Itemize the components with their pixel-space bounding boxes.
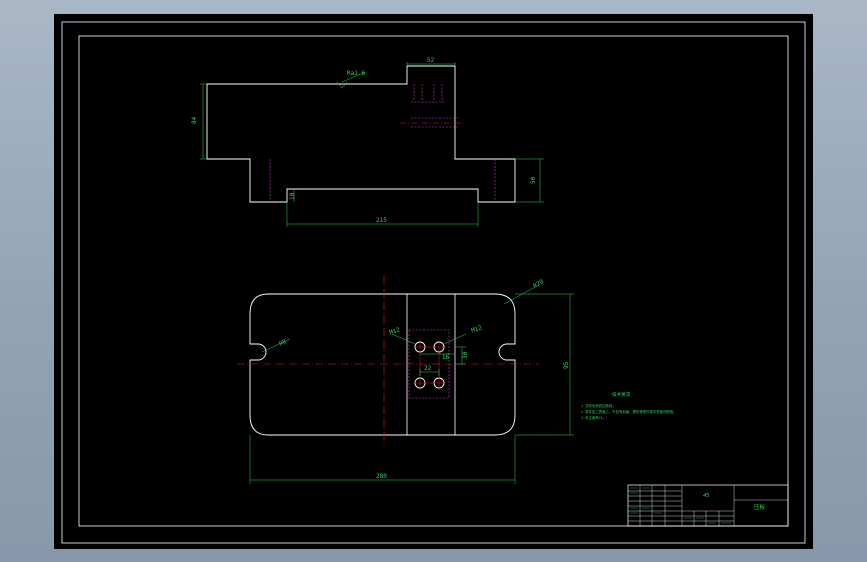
dim-overall-height: 95 bbox=[563, 361, 570, 369]
dim-hole-spacing: 22 bbox=[424, 365, 432, 372]
drawing-viewport[interactable]: 52 84 50 215 10 Ra1.6 280 95 R20 R8 M12 … bbox=[54, 14, 813, 549]
notes-line-2: 2.零件加工表面上，不应有划痕、擦伤等损伤零件表面的缺陷。 bbox=[581, 409, 677, 414]
title-block: 45 压板 bbox=[627, 484, 789, 527]
front-view-outline bbox=[206, 65, 516, 203]
dim-slot-radius: R8 bbox=[278, 338, 288, 348]
title-block-part-name: 压板 bbox=[754, 503, 766, 511]
inner-border bbox=[78, 35, 789, 527]
dim-height-left: 84 bbox=[191, 116, 198, 124]
dim-height-right: 50 bbox=[530, 176, 537, 184]
dim-corner-radius: R20 bbox=[532, 278, 545, 290]
technical-notes: 技术要求 1.去除毛刺锐边倒钝。 2.零件加工表面上，不应有划痕、擦伤等损伤零件… bbox=[581, 391, 677, 420]
roughness-symbol: Ra1.6 bbox=[347, 70, 365, 77]
dim-hole-offset: 16 bbox=[442, 354, 450, 361]
plan-dimensions bbox=[249, 285, 574, 484]
plan-view: 280 95 R20 R8 M12 M12 30 16 22 bbox=[237, 276, 574, 484]
cad-drawing: 52 84 50 215 10 Ra1.6 280 95 R20 R8 M12 … bbox=[61, 21, 806, 544]
front-view: 52 84 50 215 10 Ra1.6 bbox=[191, 57, 544, 227]
dim-width-top: 52 bbox=[427, 57, 435, 64]
notes-line-3: 3.未注倒角C1。 bbox=[581, 415, 606, 420]
plan-centerlines bbox=[237, 276, 539, 446]
title-block-material: 45 bbox=[703, 493, 710, 499]
hidden-lines bbox=[269, 84, 496, 202]
dim-hole-right: M12 bbox=[470, 324, 483, 334]
dim-bottom-width: 215 bbox=[376, 217, 387, 224]
plan-view-outline bbox=[249, 293, 516, 436]
dim-hole-left: M12 bbox=[388, 326, 401, 336]
dim-hole-vertical: 30 bbox=[462, 351, 469, 359]
notes-title: 技术要求 bbox=[612, 391, 631, 398]
notes-line-1: 1.去除毛刺锐边倒钝。 bbox=[581, 403, 616, 408]
dim-small-height: 10 bbox=[289, 192, 296, 200]
outer-border bbox=[61, 21, 806, 544]
dim-overall-width: 280 bbox=[376, 473, 387, 480]
